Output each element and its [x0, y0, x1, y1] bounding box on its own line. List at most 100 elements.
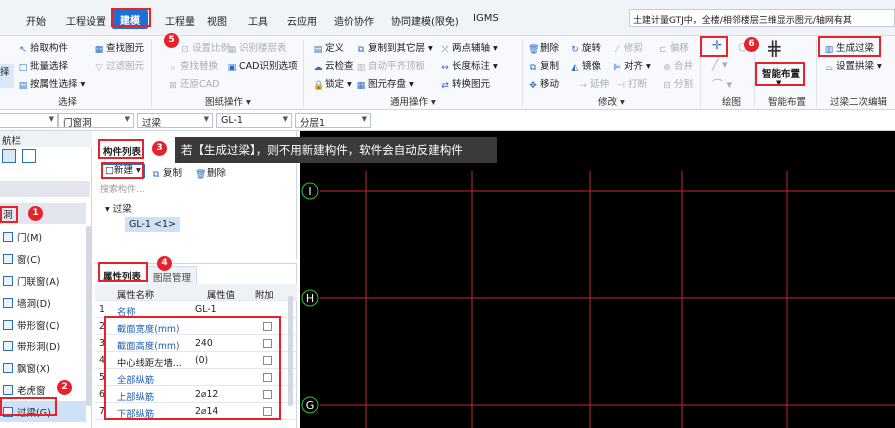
trim-button[interactable]: ⁄ 修剪: [612, 40, 643, 55]
drawing-canvas[interactable]: I H G: [300, 131, 895, 428]
pick-component-button[interactable]: ↖ 拾取构件: [18, 40, 68, 55]
rotate-button[interactable]: ↻ 旋转: [570, 40, 601, 55]
set-scale-label: 设置比例: [192, 43, 231, 54]
tree-root-lintel[interactable]: ▾ 过梁: [105, 201, 132, 215]
break-icon: ⊣: [617, 81, 625, 91]
two-point-axis-button[interactable]: ⤫ 两点辅轴 ▾: [440, 40, 497, 55]
delete-component-button[interactable]: 🗑删除: [195, 165, 226, 180]
copy-component-button[interactable]: ⧉ 复制: [151, 165, 182, 180]
nav-item-strip-window[interactable]: 带形窗(C): [0, 314, 86, 335]
length-dimension-button[interactable]: ↔ 长度标注 ▾: [440, 58, 498, 73]
trim-label: 修剪: [624, 43, 644, 54]
arc-draw-button[interactable]: ⌒ ▾: [712, 76, 732, 92]
component-selector[interactable]: GL-1 ▼: [216, 113, 292, 128]
merge-button[interactable]: ⊕ 合并: [662, 58, 693, 73]
copy-to-floor-label: 复制到其它层: [368, 43, 426, 54]
copy-icon: ⧉: [529, 63, 537, 73]
trash-icon: 🗑: [195, 170, 207, 180]
property-value[interactable]: GL-1: [195, 304, 217, 315]
set-scale-button[interactable]: ⊡ 设置比例: [180, 40, 230, 55]
line-draw-button[interactable]: ╱ ▾: [712, 58, 728, 71]
copy-to-floor-button[interactable]: ⧉ 复制到其它层 ▾: [356, 40, 433, 55]
category-selector[interactable]: 门窗洞 ▼: [58, 113, 134, 129]
menu-cost-collab[interactable]: 造价协作: [334, 13, 374, 28]
batch-select-button[interactable]: □ 批量选择: [18, 58, 68, 73]
dimension-icon: ↔: [441, 63, 449, 73]
nav-item-wall-opening[interactable]: 墙洞(D): [0, 292, 86, 313]
menu-project-settings[interactable]: 工程设置: [66, 13, 106, 28]
delete-button-label: 删除: [207, 168, 227, 179]
annotation-frame: [0, 206, 18, 223]
delete-elem-button[interactable]: 🗑删除: [528, 40, 559, 55]
menu-quantities[interactable]: 工程量: [165, 13, 195, 28]
restore-cad-label: 还原CAD: [180, 79, 220, 90]
divider: [303, 40, 304, 106]
badge-6: 6: [744, 37, 759, 52]
offset-button[interactable]: ⊏ 偏移: [658, 40, 689, 55]
auto-align-slab-button[interactable]: ▥ 自动平齐顶板: [356, 58, 425, 73]
nav-item-window[interactable]: 窗(C): [0, 248, 86, 269]
split-label: 分割: [674, 79, 694, 90]
lock-button[interactable]: 🔒锁定 ▾: [313, 76, 352, 91]
two-point-axis-label: 两点辅轴: [452, 43, 491, 54]
define-button[interactable]: ▤ 定义: [313, 40, 344, 55]
split-button[interactable]: ⊟ 分割: [662, 76, 693, 91]
cad-options-button[interactable]: ▣ CAD识别选项: [227, 58, 298, 73]
nav-item-door[interactable]: 门(M): [0, 226, 86, 247]
cloud-check-label: 云检查: [325, 61, 354, 72]
save-icon: ▦: [356, 81, 366, 91]
axis-icon: ⤫: [441, 45, 449, 55]
component-search-input[interactable]: 搜索构件...: [98, 181, 294, 195]
common-ops-label: 通用操作 ▾: [390, 97, 436, 108]
tree-item-gl1[interactable]: GL-1 <1>: [125, 217, 180, 232]
find-element-button[interactable]: ▦ 查找图元: [94, 40, 144, 55]
copy-elem-button[interactable]: ⧉ 复制: [528, 58, 559, 73]
convert-elements-button[interactable]: ⇄ 转换图元: [440, 76, 490, 91]
recognize-floor-table-button[interactable]: ▦ 识别楼层表: [227, 40, 287, 55]
layer-selector[interactable]: 分层1 ▼: [295, 113, 371, 129]
type-selector[interactable]: 过梁 ▼: [137, 113, 213, 129]
selector-bar: ▼ 门窗洞 ▼ 过梁 ▼ GL-1 ▼ 分层1 ▼: [0, 110, 895, 131]
detail-view-icon[interactable]: [22, 149, 36, 163]
align-button[interactable]: ⊫ 对齐 ▾: [612, 58, 651, 73]
cloud-check-button[interactable]: ☁ 云检查: [313, 58, 354, 73]
menu-collab-modeling[interactable]: 协同建模(限免): [391, 13, 459, 28]
divider: [151, 40, 152, 106]
list-view-icon[interactable]: [2, 149, 16, 163]
select-big-button-label: 择: [0, 67, 10, 78]
save-elements-button[interactable]: ▦ 图元存盘 ▾: [356, 76, 414, 91]
category-selector-value: 门窗洞: [63, 118, 92, 129]
extend-button[interactable]: → 延伸: [578, 76, 609, 91]
menu-start[interactable]: 开始: [26, 13, 46, 28]
select-by-attr-button[interactable]: ▤ 按属性选择 ▾: [18, 76, 86, 91]
nav-item-strip-opening[interactable]: 带形洞(D): [0, 335, 86, 356]
scale-icon: ⊡: [181, 45, 189, 55]
length-dimension-label: 长度标注: [452, 61, 491, 72]
align-icon: ⊫: [613, 63, 621, 73]
break-button[interactable]: ⊣ 打断: [616, 76, 647, 91]
move-button[interactable]: ✥ 移动: [528, 76, 559, 91]
menu-cloud[interactable]: 云应用: [287, 13, 317, 28]
set-arch-beam-button[interactable]: ⌓ 设置拱梁 ▾: [824, 58, 881, 73]
hint-search-box[interactable]: 土建计量GTJ中，全楼/相邻楼层三维显示图元/轴网有其: [629, 9, 895, 27]
nav-scrollbar[interactable]: [86, 226, 91, 406]
menu-tools[interactable]: 工具: [248, 13, 268, 28]
annotation-frame: [755, 62, 805, 86]
menu-igms[interactable]: IGMS: [473, 13, 499, 24]
delete-elem-label: 删除: [540, 43, 560, 54]
restore-cad-button[interactable]: ⊠ 还原CAD: [168, 76, 219, 91]
find-replace-button[interactable]: ⌕ 查找替换: [168, 58, 218, 73]
select-big-button[interactable]: 择: [0, 64, 14, 88]
mirror-button[interactable]: ◭ 镜像: [570, 58, 601, 73]
set-arch-beam-label: 设置拱梁: [836, 61, 875, 72]
menu-view[interactable]: 视图: [207, 13, 227, 28]
filter-element-button[interactable]: ▽ 过滤图元: [94, 58, 144, 73]
property-scrollbar[interactable]: [288, 296, 293, 406]
col-header-extra: 附加: [255, 290, 274, 301]
floor-selector[interactable]: ▼: [0, 113, 58, 128]
filter-icon: ▤: [18, 81, 28, 91]
search-icon: ⌕: [170, 63, 176, 73]
select-by-attr-label: 按属性选择: [30, 79, 78, 90]
nav-item-bay-window[interactable]: 飘窗(X): [0, 357, 86, 378]
nav-item-door-window[interactable]: 门联窗(A): [0, 270, 86, 291]
